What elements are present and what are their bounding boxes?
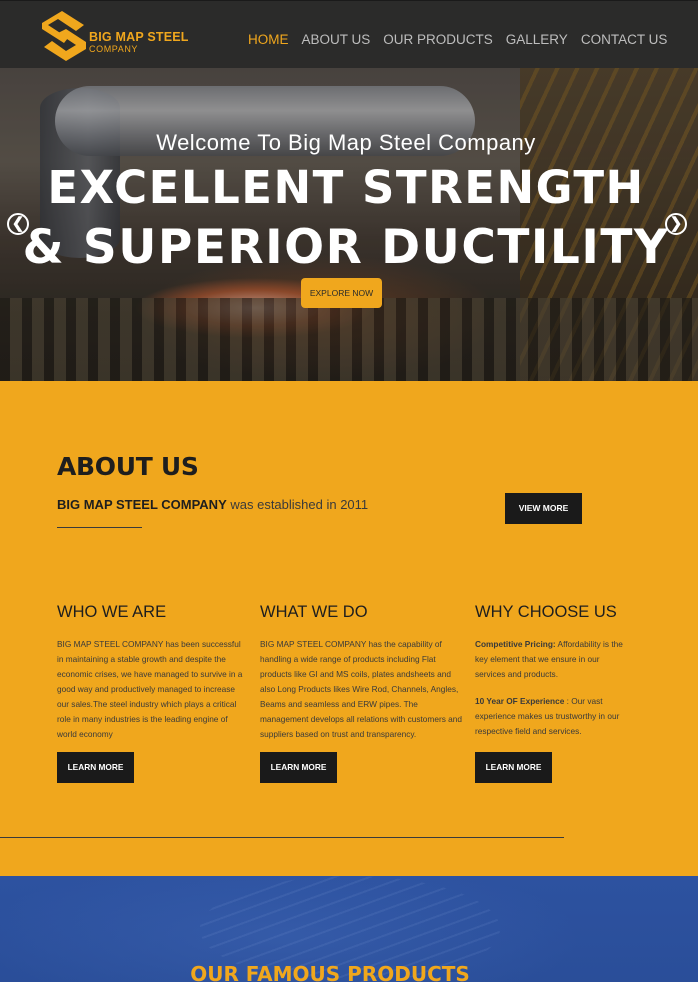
brand-name: BIG MAP STEEL [89, 30, 189, 44]
learn-more-button-what[interactable]: LEARN MORE [260, 752, 337, 783]
about-title: ABOUT US [57, 452, 199, 481]
nav-about-us[interactable]: ABOUT US [302, 32, 371, 47]
nav-gallery[interactable]: GALLERY [506, 32, 568, 47]
logo-mark-icon [42, 11, 86, 61]
what-we-do-title: WHAT WE DO [260, 603, 368, 621]
what-we-do-section: WHAT WE DO BIG MAP STEEL COMPANY has the… [260, 603, 462, 739]
about-divider [57, 527, 142, 528]
why-choose-us-text: Competitive Pricing: Affordability is th… [475, 637, 627, 739]
main-nav: HOME ABOUT US OUR PRODUCTS GALLERY CONTA… [248, 32, 680, 47]
explore-now-button[interactable]: EXPLORE NOW [301, 278, 382, 308]
nav-contact-us[interactable]: CONTACT US [581, 32, 668, 47]
why-choose-us-section: WHY CHOOSE US Competitive Pricing: Affor… [475, 603, 627, 736]
brand-sub: COMPANY [89, 44, 139, 54]
what-we-do-text: BIG MAP STEEL COMPANY has the capability… [260, 637, 462, 742]
learn-more-button-why[interactable]: LEARN MORE [475, 752, 552, 783]
what-we-do-paragraph: BIG MAP STEEL COMPANY has the capability… [260, 639, 462, 739]
slider-prev-icon[interactable]: ❮ [7, 213, 29, 235]
about-company-name: BIG MAP STEEL COMPANY [57, 497, 227, 512]
hero-slider: Welcome To Big Map Steel Company EXCELLE… [0, 68, 698, 381]
about-established-text: was established in 2011 [226, 497, 369, 512]
who-we-are-paragraph: BIG MAP STEEL COMPANY has been successfu… [57, 639, 243, 739]
why-choose-us-title: WHY CHOOSE US [475, 603, 617, 621]
hero-welcome: Welcome To Big Map Steel Company [156, 130, 536, 155]
hero-headline-2: & SUPERIOR DUCTILITY [22, 220, 670, 275]
about-established: BIG MAP STEEL COMPANY was established in… [57, 497, 368, 512]
why-point-experience: 10 Year OF Experience : Our vast experie… [475, 694, 627, 739]
products-section: OUR FAMOUS PRODUCTS [0, 876, 698, 982]
nav-home[interactable]: HOME [248, 32, 289, 47]
products-title: OUR FAMOUS PRODUCTS [190, 962, 470, 982]
why-point-pricing: Competitive Pricing: Affordability is th… [475, 637, 627, 682]
slider-next-icon[interactable]: ❯ [665, 213, 687, 235]
nav-our-products[interactable]: OUR PRODUCTS [383, 32, 493, 47]
who-we-are-section: WHO WE ARE BIG MAP STEEL COMPANY has bee… [57, 603, 249, 739]
learn-more-button-who[interactable]: LEARN MORE [57, 752, 134, 783]
pricing-label: Competitive Pricing: [475, 639, 556, 649]
view-more-button[interactable]: VIEW MORE [505, 493, 582, 524]
who-we-are-text: BIG MAP STEEL COMPANY has been successfu… [57, 637, 249, 742]
site-header: BIG MAP STEEL COMPANY HOME ABOUT US OUR … [0, 0, 698, 68]
brand-logo[interactable]: BIG MAP STEEL COMPANY [40, 11, 190, 61]
section-divider [0, 837, 564, 838]
who-we-are-title: WHO WE ARE [57, 603, 167, 621]
hero-headline-1: EXCELLENT STRENGTH [47, 161, 645, 214]
experience-label: 10 Year OF Experience [475, 696, 565, 706]
